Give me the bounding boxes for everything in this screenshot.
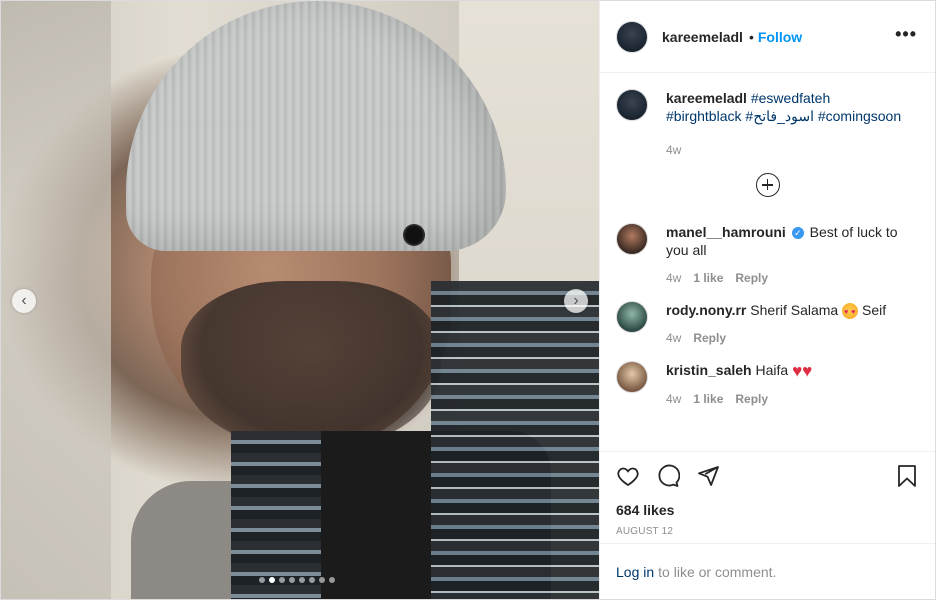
commenter-avatar[interactable] (616, 361, 648, 394)
comment-item: kristin_saleh Haifa ♥♥ 4w 1 like Reply (616, 361, 919, 407)
comment-time[interactable]: 4w (666, 329, 681, 347)
caption-time[interactable]: 4w (666, 141, 681, 159)
carousel-next-button[interactable]: › (564, 289, 588, 313)
load-more-comments[interactable] (616, 173, 919, 197)
comment-text-tail: Seif (862, 302, 887, 318)
comment-likes[interactable]: 1 like (693, 390, 723, 408)
reply-button[interactable]: Reply (735, 269, 768, 287)
carousel-dot (329, 577, 335, 583)
carousel-dot (259, 577, 265, 583)
post-container: ‹ › kareemeladl • Follow ••• kareemeladl… (0, 0, 936, 600)
carousel-dot (309, 577, 315, 583)
reply-button[interactable]: Reply (735, 390, 768, 408)
comment-text: Sherif Salama (750, 302, 839, 318)
hashtag-link[interactable]: #اسود_فاتح (745, 108, 814, 124)
chevron-right-icon: › (573, 292, 579, 309)
photo-earring (405, 226, 423, 244)
comment-text: Haifa (755, 362, 789, 379)
comment-item: rody.nony.rr Sherif Salama Seif 4w Reply (616, 301, 919, 347)
likes-count[interactable]: 684 likes (616, 502, 919, 518)
post-header: kareemeladl • Follow ••• (600, 1, 935, 73)
chevron-left-icon: ‹ (21, 292, 27, 309)
photo-scarf (431, 281, 599, 599)
post-date[interactable]: AUGUST 12 (616, 526, 919, 537)
login-prompt-text: to like or comment. (658, 563, 777, 580)
post-media[interactable]: ‹ › (1, 1, 599, 599)
post-sidebar: kareemeladl • Follow ••• kareemeladl #es… (599, 1, 935, 599)
login-prompt: Log in to like or comment. (600, 543, 935, 599)
comments-section: kareemeladl #eswedfateh #birghtblack #اس… (600, 73, 935, 451)
hashtag-link[interactable]: #eswedfateh (751, 90, 830, 106)
carousel-dot (289, 577, 295, 583)
like-heart-icon[interactable] (616, 464, 640, 488)
heart-eyes-emoji-icon (842, 303, 859, 322)
carousel-indicator (259, 577, 335, 583)
author-avatar[interactable] (616, 20, 648, 53)
photo-beard (181, 281, 441, 451)
commenter-username[interactable]: rody.nony.rr (666, 302, 746, 318)
comment-time[interactable]: 4w (666, 390, 681, 408)
carousel-dot (319, 577, 325, 583)
commenter-avatar[interactable] (616, 223, 648, 255)
bookmark-icon[interactable] (895, 464, 919, 488)
caption-username[interactable]: kareemeladl (666, 90, 747, 106)
red-heart-emoji-icon: ♥ (792, 361, 803, 381)
verified-badge-icon: ✓ (791, 227, 804, 240)
header-separator: • (748, 28, 754, 45)
photo-scarf-left (231, 431, 321, 599)
hashtag-link[interactable]: #comingsoon (818, 108, 901, 124)
follow-button[interactable]: Follow (758, 29, 802, 45)
commenter-avatar[interactable] (616, 301, 648, 333)
comment-item: manel__hamrouni ✓ Best of luck to you al… (616, 223, 919, 287)
post-actions: 684 likes AUGUST 12 (600, 451, 935, 543)
carousel-dot (269, 577, 275, 583)
caption-avatar[interactable] (616, 89, 648, 121)
red-heart-emoji-icon: ♥ (802, 361, 813, 381)
action-icons (616, 460, 919, 492)
share-paper-plane-icon[interactable] (696, 464, 720, 488)
caption: kareemeladl #eswedfateh #birghtblack #اس… (616, 89, 919, 159)
comment-bubble-icon[interactable] (656, 464, 680, 488)
comment-time[interactable]: 4w (666, 269, 681, 287)
commenter-username[interactable]: kristin_saleh (666, 362, 752, 378)
login-link[interactable]: Log in (616, 564, 654, 580)
carousel-prev-button[interactable]: ‹ (12, 289, 36, 313)
author-username[interactable]: kareemeladl (662, 29, 743, 45)
carousel-dot (279, 577, 285, 583)
reply-button[interactable]: Reply (693, 329, 726, 347)
more-options-icon[interactable]: ••• (895, 25, 917, 43)
carousel-dot (299, 577, 305, 583)
plus-circle-icon[interactable] (755, 173, 780, 197)
hashtag-link[interactable]: #birghtblack (666, 108, 742, 124)
comment-likes[interactable]: 1 like (693, 269, 723, 287)
photo-beanie (126, 1, 506, 251)
commenter-username[interactable]: manel__hamrouni (666, 224, 786, 240)
